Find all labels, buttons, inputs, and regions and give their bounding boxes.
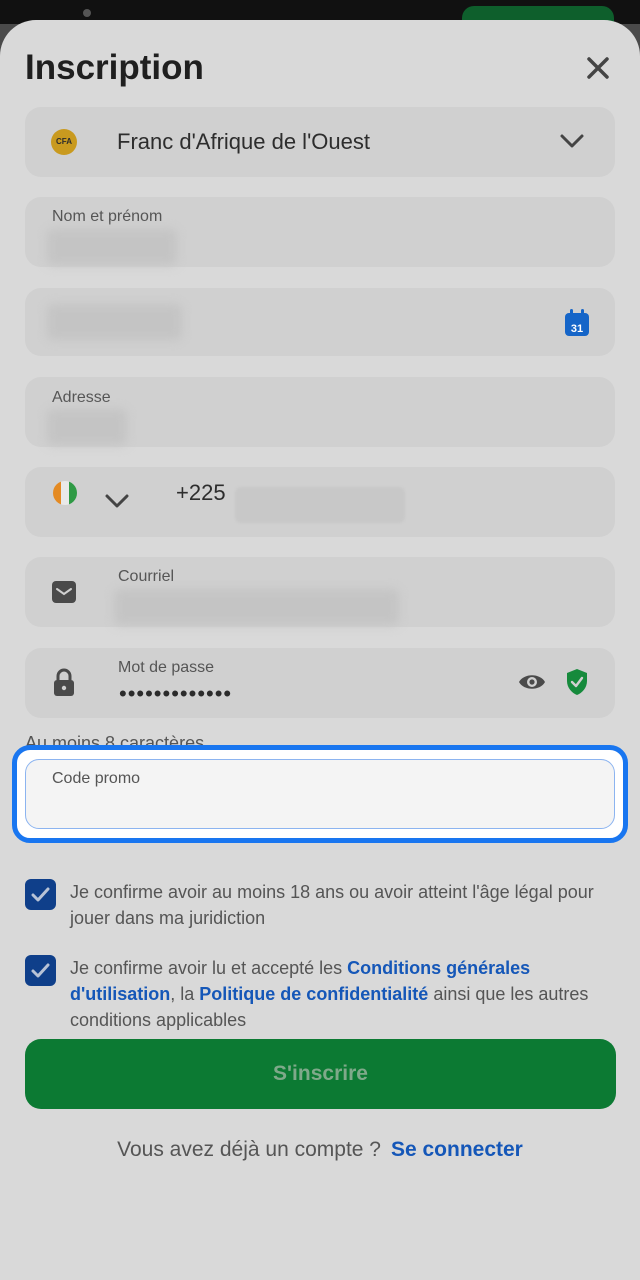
promo-code-label: Code promo — [52, 770, 141, 787]
currency-label: Franc d'Afrique de l'Ouest — [117, 129, 370, 154]
name-field[interactable]: Nom et prénom — [25, 197, 615, 267]
terms-prefix: Je confirme avoir lu et accepté les — [70, 958, 348, 978]
name-field-value-redacted — [47, 229, 177, 265]
login-question: Vous avez déjà un compte ? — [117, 1138, 381, 1161]
name-field-label: Nom et prénom — [52, 208, 163, 225]
terms-confirm-checkbox[interactable] — [25, 955, 56, 986]
address-value-redacted — [47, 409, 127, 445]
terms-middle: , la — [170, 984, 200, 1004]
currency-select[interactable]: CFA Franc d'Afrique de l'Ouest — [25, 107, 615, 177]
calendar-day: 31 — [571, 323, 583, 335]
age-confirm-text: Je confirme avoir au moins 18 ans ou avo… — [70, 882, 594, 928]
terms-confirm-row: Je confirme avoir lu et accepté les Cond… — [25, 955, 615, 1035]
check-icon — [31, 887, 50, 902]
currency-badge: CFA — [51, 129, 77, 155]
password-field-label: Mot de passe — [118, 659, 215, 676]
address-field[interactable]: Adresse — [25, 377, 615, 447]
register-button[interactable]: S'inscrire — [25, 1039, 616, 1109]
phone-field[interactable]: +225 — [25, 467, 615, 537]
camera-dot — [83, 9, 91, 17]
email-icon — [52, 581, 76, 603]
chevron-down-icon[interactable] — [103, 490, 131, 512]
phone-country-code: +225 — [176, 480, 226, 505]
eye-icon[interactable] — [518, 672, 546, 692]
privacy-link[interactable]: Politique de confidentialité — [199, 984, 428, 1004]
age-confirm-checkbox[interactable] — [25, 879, 56, 910]
promo-code-highlight: Code promo — [12, 745, 628, 843]
address-field-label: Adresse — [52, 389, 111, 406]
login-link[interactable]: Se connecter — [391, 1138, 523, 1161]
email-value-redacted — [114, 589, 399, 625]
shield-check-icon — [567, 669, 587, 695]
chevron-down-icon — [560, 134, 584, 148]
birthdate-field[interactable]: 31 — [25, 288, 615, 356]
password-field[interactable]: Mot de passe ••••••••••••• — [25, 648, 615, 718]
promo-code-input[interactable] — [52, 794, 592, 820]
calendar-icon[interactable]: 31 — [564, 309, 590, 337]
login-prompt: Vous avez déjà un compte ? Se connecter — [0, 1138, 640, 1162]
password-value: ••••••••••••• — [119, 681, 233, 706]
close-button[interactable] — [580, 50, 616, 86]
promo-code-field[interactable]: Code promo — [25, 759, 615, 829]
lock-icon — [54, 668, 74, 696]
phone-value-redacted — [235, 487, 405, 523]
flag-icon[interactable] — [53, 481, 77, 505]
age-confirm-row: Je confirme avoir au moins 18 ans ou avo… — [25, 879, 615, 935]
email-field[interactable]: Courriel — [25, 557, 615, 627]
birthdate-value-redacted — [47, 304, 182, 340]
check-icon — [31, 963, 50, 978]
terms-confirm-text: Je confirme avoir lu et accepté les Cond… — [70, 955, 610, 1033]
email-field-label: Courriel — [118, 568, 175, 585]
page-title: Inscription — [25, 48, 204, 87]
close-icon — [587, 57, 609, 79]
